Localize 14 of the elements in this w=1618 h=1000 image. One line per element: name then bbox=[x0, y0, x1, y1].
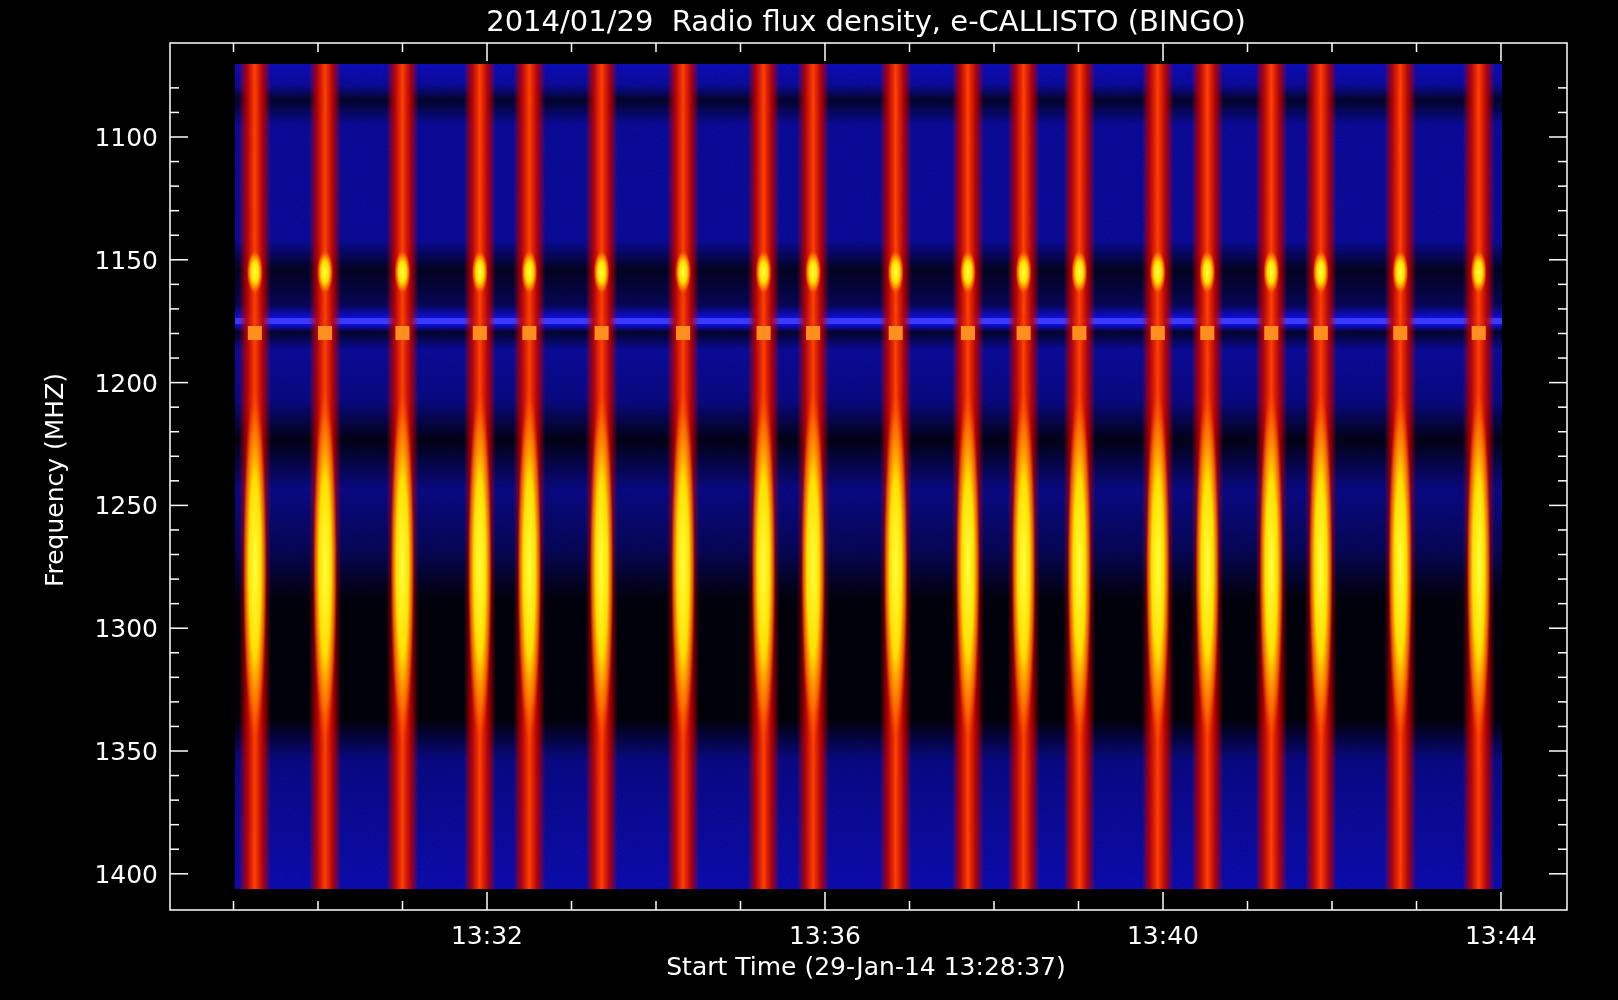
x-axis-label: Start Time (29-Jan-14 13:28:37) bbox=[666, 952, 1066, 981]
chart-title: 2014/01/29 Radio flux density, e-CALLISTO (BINGO) bbox=[486, 4, 1246, 38]
x-tick-label: 13:36 bbox=[789, 921, 861, 950]
x-tick-label: 13:32 bbox=[451, 921, 523, 950]
y-tick-label: 1400 bbox=[94, 859, 158, 889]
y-axis-label: Frequency (MHZ) bbox=[40, 372, 69, 588]
x-tick-label: 13:40 bbox=[1127, 921, 1199, 950]
y-tick-label: 1100 bbox=[94, 123, 158, 152]
y-tick-label: 1150 bbox=[94, 245, 158, 275]
y-tick-label: 1300 bbox=[94, 614, 158, 644]
y-tick-label: 1250 bbox=[94, 491, 158, 521]
y-tick-label: 1200 bbox=[94, 368, 158, 398]
y-tick-label: 1350 bbox=[94, 737, 158, 766]
x-tick-label: 13:44 bbox=[1465, 921, 1537, 950]
